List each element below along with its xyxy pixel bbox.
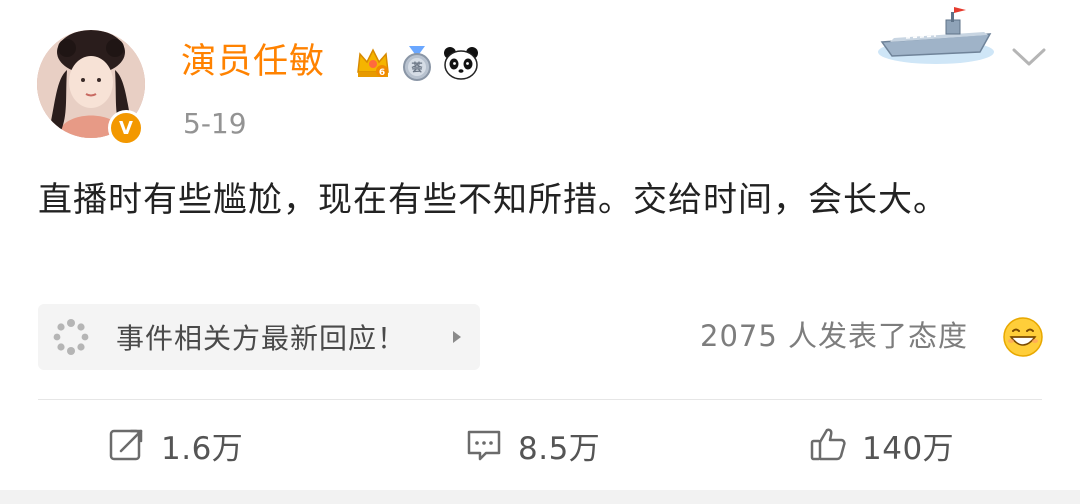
like-count: 140万 (862, 430, 955, 467)
feed-separator (0, 490, 1080, 504)
panda-badge-icon[interactable] (442, 44, 480, 82)
svg-text:荟: 荟 (411, 60, 424, 74)
repost-count: 1.6万 (161, 430, 244, 467)
like-button[interactable]: 140万 (808, 420, 954, 470)
chevron-down-icon[interactable] (1010, 42, 1048, 70)
repost-icon (109, 429, 143, 461)
event-card-label: 事件相关方最新回应！ (116, 322, 407, 355)
divider (38, 399, 1042, 400)
thumbs-up-icon (810, 428, 846, 461)
weibo-post: V 演员任敏 6 荟 5-19 直播时有些尴尬，现在有些不知所措。交给时间，会长… (0, 0, 1080, 490)
comment-button[interactable]: 8.5万 (464, 420, 600, 470)
svg-text:6: 6 (379, 68, 385, 78)
user-badges: 6 荟 (354, 44, 480, 82)
crown-badge-icon[interactable]: 6 (354, 44, 392, 82)
repost-button[interactable]: 1.6万 (107, 420, 243, 470)
medal-badge-icon[interactable]: 荟 (398, 44, 436, 82)
comment-count: 8.5万 (518, 430, 601, 467)
post-date: 5-19 (183, 107, 247, 140)
warship-decoration-icon (878, 7, 994, 64)
attitude-count[interactable]: 2075 人发表了态度 (700, 316, 968, 356)
verified-badge: V (108, 110, 144, 146)
grinning-emoji-icon[interactable] (1002, 316, 1044, 358)
play-arrow-icon (453, 331, 461, 343)
spinner-icon (53, 319, 89, 355)
author-name[interactable]: 演员任敏 (181, 38, 325, 86)
comment-icon (467, 430, 501, 461)
post-content: 直播时有些尴尬，现在有些不知所措。交给时间，会长大。 (38, 180, 948, 220)
event-response-card[interactable]: 事件相关方最新回应！ (38, 304, 480, 370)
